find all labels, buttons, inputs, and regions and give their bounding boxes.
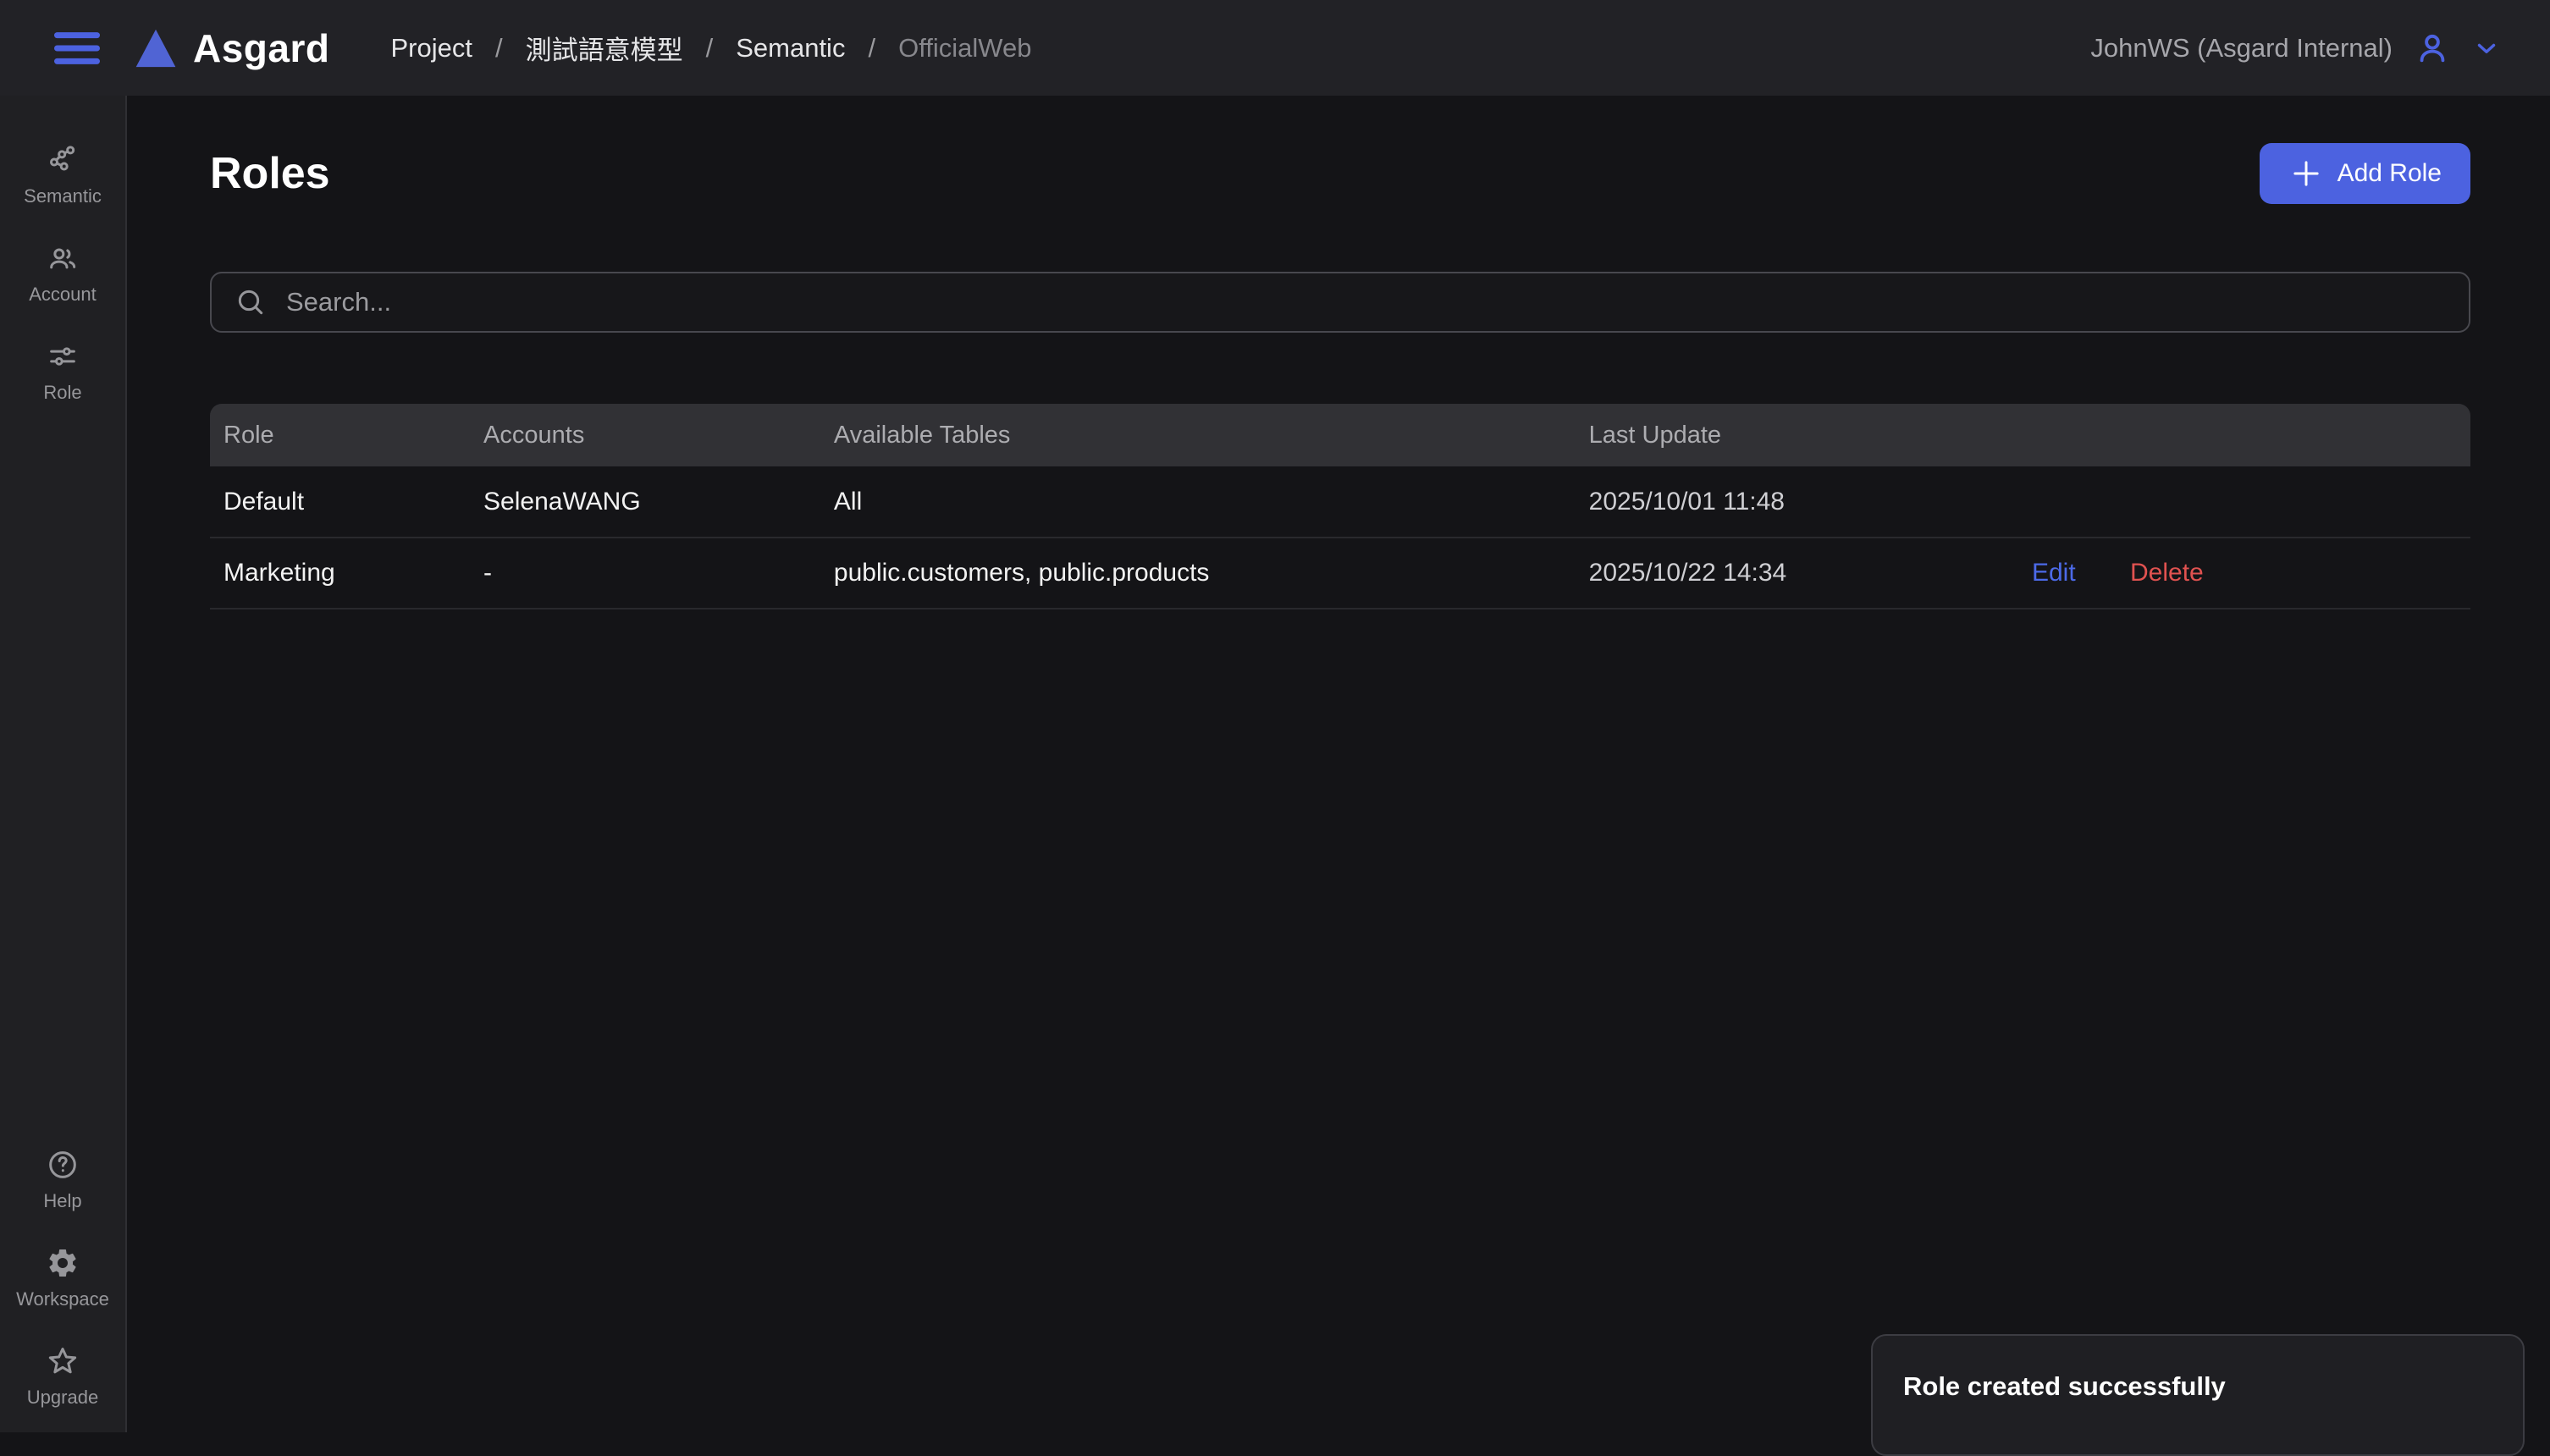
role-cell: Marketing [210,538,470,609]
page-title: Roles [210,148,330,199]
accounts-cell: SelenaWANG [470,466,820,538]
tables-cell: All [820,466,1576,538]
sidebar-item-label: Account [29,284,97,306]
toast-notification: Role created successfully [1871,1334,2525,1456]
column-header-actions [2018,404,2470,466]
column-header-available-tables: Available Tables [820,404,1576,466]
sidebar-bottom-group: Help Workspace Upgrade [0,1148,125,1409]
roles-table: Role Accounts Available Tables Last Upda… [210,404,2470,609]
user-name-label: JohnWS (Asgard Internal) [2090,33,2393,63]
column-header-last-update: Last Update [1576,404,2018,466]
sidebar-top-group: Semantic Account Role [0,143,125,404]
breadcrumb-model[interactable]: 測試語意模型 [526,29,683,67]
star-icon [46,1344,80,1378]
user-menu[interactable]: JohnWS (Asgard Internal) [2090,29,2501,68]
add-role-button-label: Add Role [2338,159,2442,188]
sidebar-item-label: Role [43,382,81,404]
sidebar-item-workspace[interactable]: Workspace [0,1246,125,1310]
brand-title: Asgard [193,25,329,71]
sliders-icon [46,339,80,373]
breadcrumb-project[interactable]: Project [390,33,472,63]
accounts-cell: - [470,538,820,609]
sidebar-item-help[interactable]: Help [0,1148,125,1212]
actions-cell [2018,466,2470,538]
table-header-row: Role Accounts Available Tables Last Upda… [210,404,2470,466]
column-header-role: Role [210,404,470,466]
sidebar: Semantic Account Role [0,96,127,1432]
breadcrumb-separator: / [868,33,875,63]
tables-cell: public.customers, public.products [820,538,1576,609]
edit-role-link[interactable]: Edit [2032,559,2076,587]
column-header-accounts: Accounts [470,404,820,466]
role-cell: Default [210,466,470,538]
breadcrumb-current-page: OfficialWeb [898,33,1031,63]
people-icon [46,241,80,275]
breadcrumb: Project / 測試語意模型 / Semantic / OfficialWe… [390,29,1031,67]
search-bar [210,272,2470,333]
breadcrumb-separator: / [495,33,503,63]
table-row: Default SelenaWANG All 2025/10/01 11:48 [210,466,2470,538]
plus-icon [2288,156,2324,191]
table-row: Marketing - public.customers, public.pro… [210,538,2470,609]
sidebar-item-role[interactable]: Role [0,339,125,404]
breadcrumb-semantic[interactable]: Semantic [736,33,845,63]
gear-icon [46,1246,80,1280]
sidebar-item-label: Semantic [24,185,102,207]
add-role-button[interactable]: Add Role [2260,143,2470,204]
actions-cell: Edit Delete [2018,538,2470,609]
sidebar-item-semantic[interactable]: Semantic [0,143,125,207]
search-input[interactable] [284,286,2447,318]
sidebar-item-account[interactable]: Account [0,241,125,306]
toast-message: Role created successfully [1903,1371,2226,1401]
delete-role-link[interactable]: Delete [2130,559,2204,587]
search-icon [234,285,268,319]
menu-hamburger-icon[interactable] [49,25,105,71]
breadcrumb-separator: / [706,33,714,63]
semantic-graph-icon [46,143,80,177]
asgard-logo-icon [132,24,179,73]
sidebar-item-upgrade[interactable]: Upgrade [0,1344,125,1409]
main-content: Roles Add Role Role Accounts Available T… [129,96,2550,1432]
sidebar-item-label: Help [43,1190,81,1212]
sidebar-item-label: Workspace [16,1288,109,1310]
last-update-cell: 2025/10/22 14:34 [1576,538,2018,609]
chevron-down-icon[interactable] [2472,34,2501,63]
sidebar-item-label: Upgrade [27,1387,98,1409]
top-bar: Asgard Project / 測試語意模型 / Semantic / Off… [0,0,2550,96]
user-avatar-icon[interactable] [2413,29,2452,68]
last-update-cell: 2025/10/01 11:48 [1576,466,2018,538]
help-icon [46,1148,80,1182]
